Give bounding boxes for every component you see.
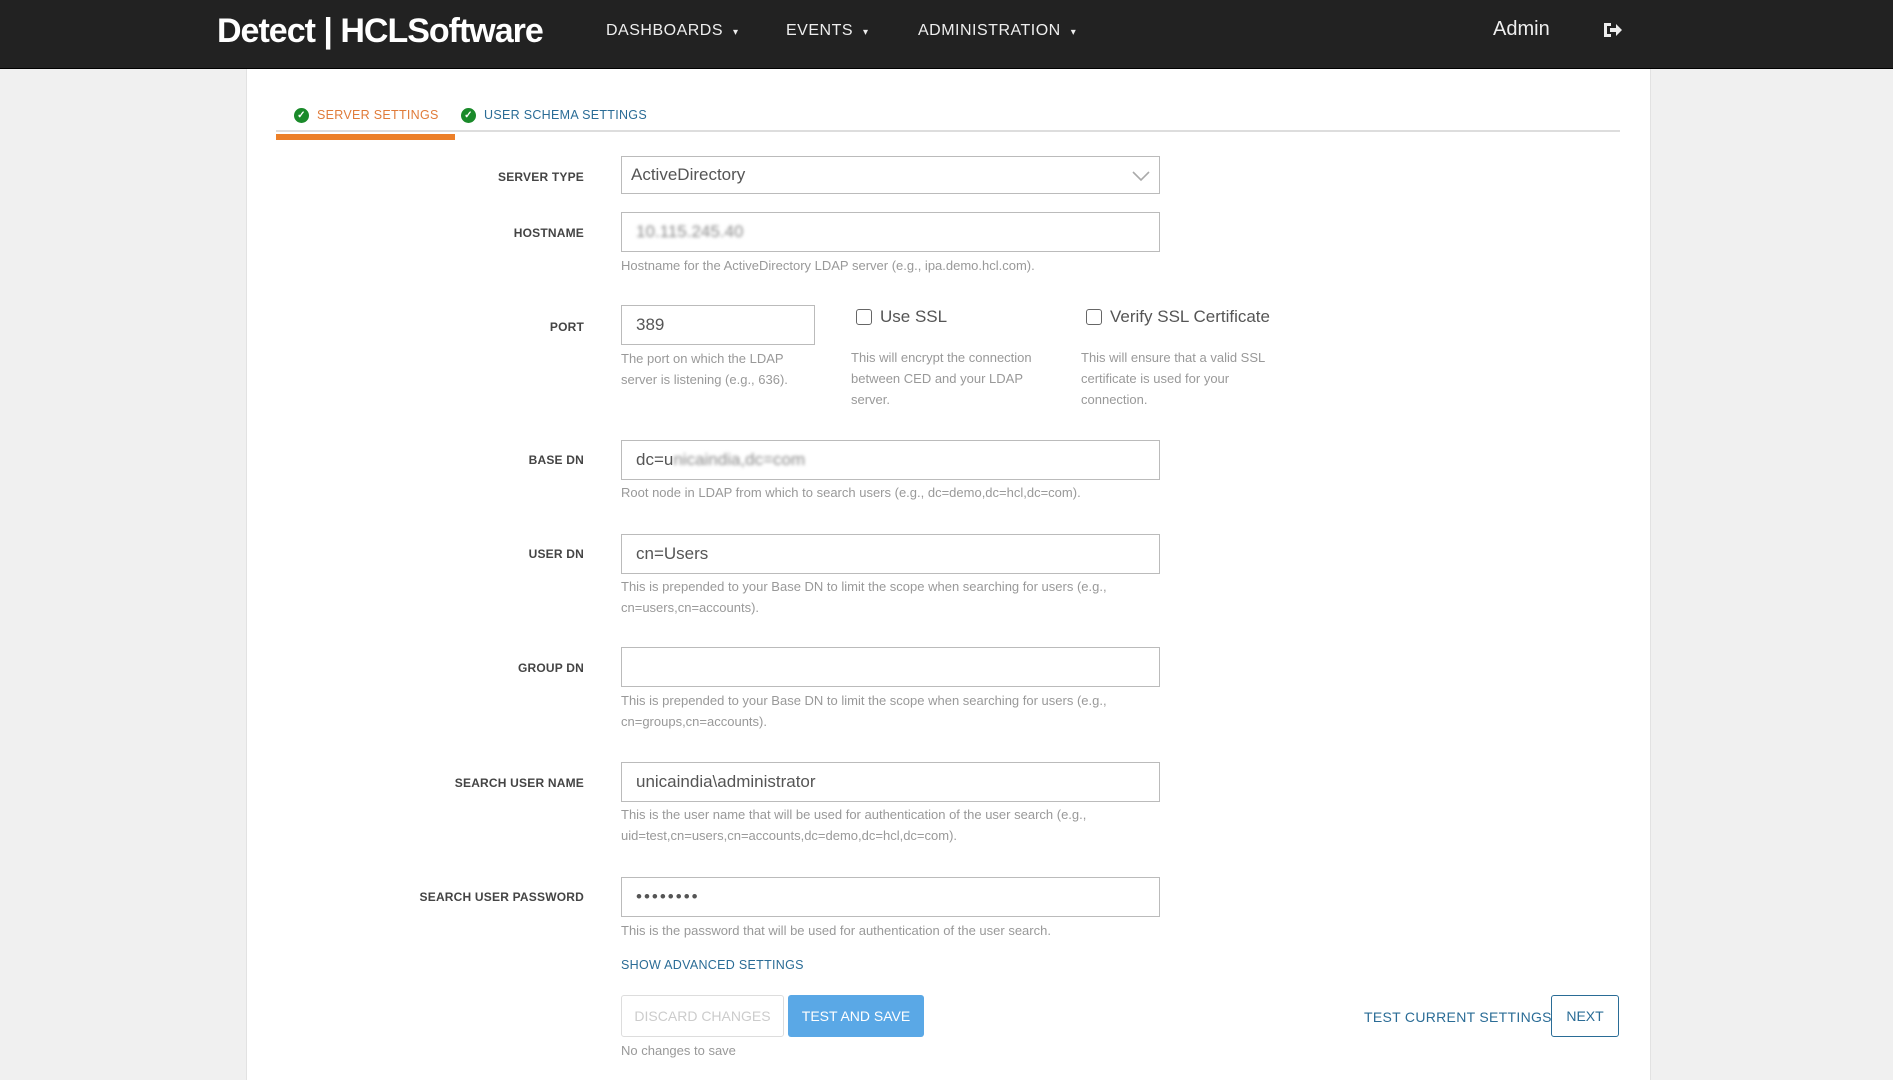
base-dn-label: BASE DN xyxy=(528,453,584,467)
server-type-value: ActiveDirectory xyxy=(631,165,746,184)
tab-label: USER SCHEMA SETTINGS xyxy=(484,108,647,122)
chevron-down-icon xyxy=(1132,171,1150,182)
check-circle-icon: ✓ xyxy=(294,107,309,123)
use-ssl-label: Use SSL xyxy=(880,307,948,326)
user-dn-label: USER DN xyxy=(528,547,584,561)
show-advanced-settings-link[interactable]: SHOW ADVANCED SETTINGS xyxy=(621,958,804,972)
hostname-value: 10.115.245.40 xyxy=(636,222,744,241)
port-input[interactable]: 389 xyxy=(621,305,815,345)
port-help: The port on which the LDAP server is lis… xyxy=(621,351,788,387)
test-current-settings-link[interactable]: TEST CURRENT SETTINGS xyxy=(1364,1009,1552,1025)
search-user-value: unicaindia\administrator xyxy=(636,772,816,791)
checkbox-icon xyxy=(856,309,872,325)
next-button[interactable]: NEXT xyxy=(1551,995,1619,1037)
nav-administration[interactable]: ADMINISTRATION ▾ xyxy=(918,22,1076,40)
group-dn-help: This is prepended to your Base DN to lim… xyxy=(621,693,1107,729)
tab-label: SERVER SETTINGS xyxy=(317,108,439,122)
caret-down-icon: ▾ xyxy=(1070,27,1077,38)
sign-out-icon[interactable] xyxy=(1600,18,1624,42)
settings-tabs: ✓ SERVER SETTINGS ✓ USER SCHEMA SETTINGS xyxy=(276,92,1620,140)
nav-label: EVENTS xyxy=(786,22,854,39)
nav-label: ADMINISTRATION xyxy=(918,22,1061,39)
user-dn-value: cn=Users xyxy=(636,544,709,563)
hostname-label: HOSTNAME xyxy=(513,226,584,240)
verify-ssl-checkbox[interactable]: Verify SSL Certificate xyxy=(1086,307,1270,327)
user-dn-help: This is prepended to your Base DN to lim… xyxy=(621,579,1107,615)
port-label: PORT xyxy=(549,320,584,334)
checkbox-icon xyxy=(1086,309,1102,325)
server-type-select[interactable]: ActiveDirectory xyxy=(621,156,1160,194)
search-user-label: SEARCH USER NAME xyxy=(454,776,584,790)
nav-label: DASHBOARDS xyxy=(606,22,724,39)
server-type-label: SERVER TYPE xyxy=(497,170,584,184)
tab-user-schema-settings[interactable]: ✓ USER SCHEMA SETTINGS xyxy=(461,100,647,130)
base-dn-value: dc=u xyxy=(636,450,674,469)
search-password-input[interactable]: •••••••• xyxy=(621,877,1160,917)
hostname-help: Hostname for the ActiveDirectory LDAP se… xyxy=(621,258,1035,273)
base-dn-input[interactable]: dc=unicaindia,dc=com xyxy=(621,440,1160,480)
user-name[interactable]: Admin xyxy=(1493,18,1550,41)
check-circle-icon: ✓ xyxy=(461,107,476,123)
caret-down-icon: ▾ xyxy=(733,27,739,38)
test-and-save-button[interactable]: TEST AND SAVE xyxy=(788,995,924,1037)
nav-dashboards[interactable]: DASHBOARDS ▾ xyxy=(606,22,739,40)
discard-changes-button[interactable]: DISCARD CHANGES xyxy=(621,995,784,1037)
search-user-help: This is the user name that will be used … xyxy=(621,807,1087,843)
port-value: 389 xyxy=(636,315,665,334)
use-ssl-help: This will encrypt the connection between… xyxy=(851,350,1032,407)
hostname-input[interactable]: 10.115.245.40 xyxy=(621,212,1160,252)
tab-server-settings[interactable]: ✓ SERVER SETTINGS xyxy=(276,100,455,140)
nav-events[interactable]: EVENTS ▾ xyxy=(786,22,869,40)
search-password-value: •••••••• xyxy=(636,887,700,906)
top-navbar: Detect | HCLSoftware DASHBOARDS ▾ EVENTS ▾… xyxy=(0,0,1893,69)
search-user-input[interactable]: unicaindia\administrator xyxy=(621,762,1160,802)
verify-ssl-help: This will ensure that a valid SSL certif… xyxy=(1081,350,1265,407)
group-dn-input[interactable] xyxy=(621,647,1160,687)
use-ssl-checkbox[interactable]: Use SSL xyxy=(856,307,947,327)
caret-down-icon: ▾ xyxy=(863,27,869,38)
save-status: No changes to save xyxy=(621,1043,736,1058)
user-dn-input[interactable]: cn=Users xyxy=(621,534,1160,574)
logo[interactable]: Detect | HCLSoftware xyxy=(217,12,544,51)
base-dn-value-redacted: nicaindia,dc=com xyxy=(673,450,806,469)
search-password-label: SEARCH USER PASSWORD xyxy=(419,890,584,904)
search-password-help: This is the password that will be used f… xyxy=(621,923,1051,938)
group-dn-label: GROUP DN xyxy=(517,661,584,675)
verify-ssl-label: Verify SSL Certificate xyxy=(1110,307,1270,326)
base-dn-help: Root node in LDAP from which to search u… xyxy=(621,485,1081,500)
